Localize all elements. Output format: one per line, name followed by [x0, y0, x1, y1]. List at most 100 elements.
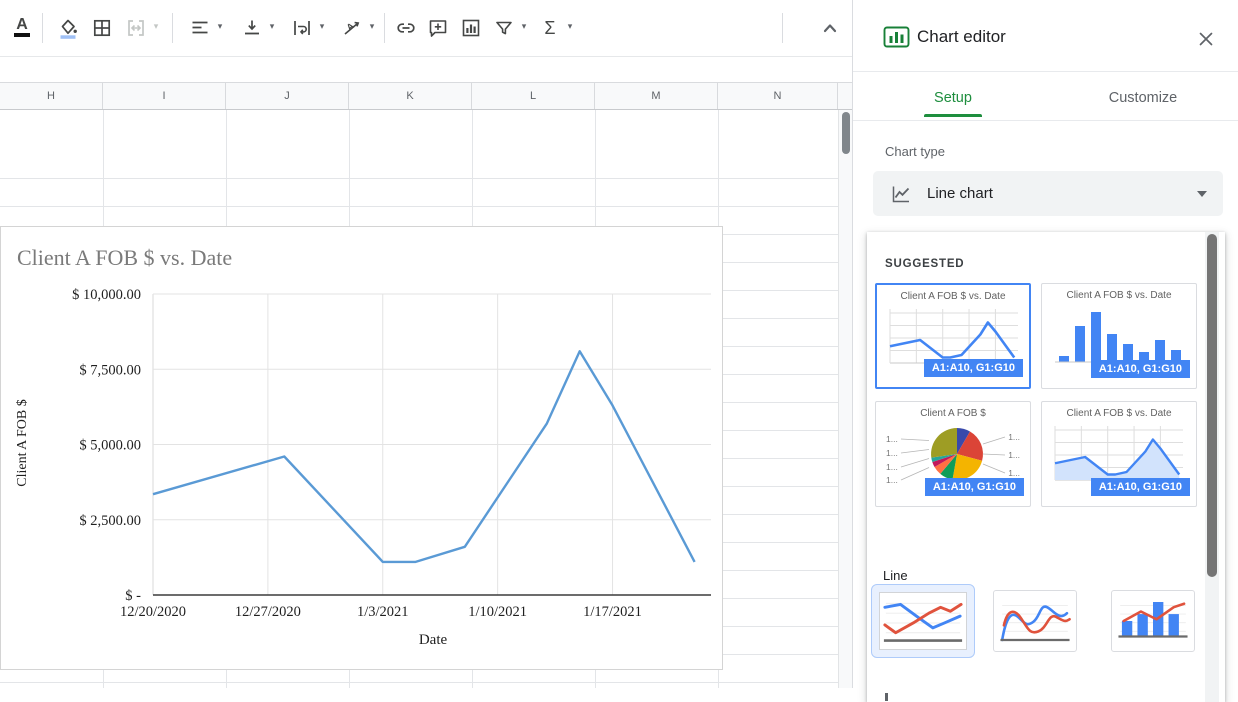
close-icon — [1197, 30, 1215, 48]
insert-comment-icon — [426, 16, 450, 40]
pie-chart-thumbnail: 1...1...1...1...1...1...1... — [883, 422, 1023, 486]
text-wrapping-caret[interactable]: ▾ — [316, 21, 328, 32]
close-panel-button[interactable] — [1195, 28, 1217, 50]
sheet-scrollbar-thumb[interactable] — [842, 112, 850, 154]
line-style-smooth[interactable] — [993, 590, 1077, 652]
merge-cells-button[interactable] — [122, 14, 150, 42]
svg-text:$ -: $ - — [125, 588, 141, 604]
toolbar-separator — [42, 13, 43, 43]
column-header-H[interactable]: H — [0, 83, 103, 109]
data-range-badge: A1:A10, G1:G10 — [924, 359, 1023, 377]
dropdown-scrollbar-thumb[interactable] — [1207, 234, 1217, 577]
svg-text:$ 5,000.00: $ 5,000.00 — [79, 438, 141, 454]
chart-type-value: Line chart — [927, 185, 993, 202]
chart-editor-icon — [883, 24, 910, 55]
vertical-align-caret[interactable]: ▾ — [266, 21, 278, 32]
tab-setup[interactable]: Setup — [901, 90, 1005, 114]
svg-text:1/17/2021: 1/17/2021 — [583, 604, 642, 620]
line-chart-style-icon — [880, 593, 966, 649]
text-wrapping-icon — [290, 16, 314, 40]
svg-text:$ 10,000.00: $ 10,000.00 — [72, 287, 141, 303]
data-range-badge: A1:A10, G1:G10 — [1091, 478, 1190, 496]
tab-customize[interactable]: Customize — [1083, 90, 1203, 114]
functions-caret[interactable]: ▾ — [564, 21, 576, 32]
line-style-combo[interactable] — [1111, 590, 1195, 652]
combo-chart-style-icon — [1115, 596, 1191, 646]
functions-button[interactable]: Σ — [536, 14, 564, 42]
data-range-badge: A1:A10, G1:G10 — [1091, 360, 1190, 378]
panel-divider — [853, 120, 1238, 121]
select-caret-icon — [1197, 191, 1207, 197]
chart-type-label: Chart type — [885, 144, 945, 159]
toolbar-separator — [384, 13, 385, 43]
column-header-L[interactable]: L — [472, 83, 595, 109]
panel-divider — [853, 71, 1238, 72]
embedded-chart[interactable]: Client A FOB $ vs. Date Client A FOB $ D… — [0, 226, 723, 670]
toolbar-separator — [782, 13, 783, 43]
text-rotation-icon: A — [340, 16, 364, 40]
clipped-section-label — [885, 693, 888, 701]
borders-icon — [90, 16, 114, 40]
insert-link-button[interactable] — [392, 14, 420, 42]
column-header-J[interactable]: J — [226, 83, 349, 109]
card-title: Client A FOB $ vs. Date — [1042, 408, 1196, 419]
smooth-line-chart-style-icon — [997, 596, 1073, 646]
toolbar-divider — [0, 56, 852, 57]
text-wrapping-button[interactable] — [288, 14, 316, 42]
svg-text:1...: 1... — [1008, 468, 1020, 478]
suggested-section-label: SUGGESTED — [885, 258, 964, 270]
chevron-up-icon — [818, 16, 842, 40]
grid-row-line — [0, 178, 838, 179]
suggested-chart-card-column[interactable]: Client A FOB $ vs. Date A1:A10, G1:G10 — [1041, 283, 1197, 389]
text-color-button[interactable]: A — [8, 14, 36, 42]
functions-icon: Σ — [544, 18, 555, 39]
insert-chart-icon — [459, 16, 483, 40]
chart-plot-area: $ -$ 2,500.00$ 5,000.00$ 7,500.00$ 10,00… — [1, 227, 724, 671]
fill-color-button[interactable] — [54, 14, 82, 42]
column-headers: HIJKLMN — [0, 82, 852, 110]
text-color-icon: A — [14, 19, 30, 31]
vertical-align-button[interactable] — [238, 14, 266, 42]
column-header-K[interactable]: K — [349, 83, 472, 109]
active-tab-underline — [924, 114, 982, 117]
svg-text:$ 2,500.00: $ 2,500.00 — [79, 513, 141, 529]
create-filter-button[interactable] — [490, 14, 518, 42]
svg-text:12/20/2020: 12/20/2020 — [120, 604, 186, 620]
grid-row-line — [0, 682, 838, 683]
sheet-vertical-scrollbar[interactable] — [838, 110, 852, 688]
column-header-I[interactable]: I — [103, 83, 226, 109]
svg-text:1...: 1... — [886, 434, 898, 444]
svg-text:1...: 1... — [886, 462, 898, 472]
text-rotation-caret[interactable]: ▾ — [366, 21, 378, 32]
card-title: Client A FOB $ vs. Date — [1042, 290, 1196, 301]
text-rotation-button[interactable]: A — [338, 14, 366, 42]
collapse-toolbar-button[interactable] — [816, 14, 844, 42]
borders-button[interactable] — [88, 14, 116, 42]
suggested-chart-card-area[interactable]: Client A FOB $ vs. Date A1:A10, G1:G10 — [1041, 401, 1197, 507]
area-chart-thumbnail — [1049, 422, 1189, 486]
create-filter-caret[interactable]: ▾ — [518, 21, 530, 32]
line-style-standard-card — [879, 592, 967, 650]
insert-comment-button[interactable] — [424, 14, 452, 42]
formatting-toolbar: A ▾ ▾ ▾ — [0, 0, 852, 56]
suggested-chart-card-line[interactable]: Client A FOB $ vs. Date A1:A10, G1:G10 — [875, 283, 1031, 389]
chart-type-select[interactable]: Line chart — [873, 171, 1223, 216]
fill-color-icon — [56, 16, 80, 40]
insert-chart-button[interactable] — [457, 14, 485, 42]
column-chart-thumbnail — [1049, 304, 1189, 368]
column-header-M[interactable]: M — [595, 83, 718, 109]
suggested-chart-card-pie[interactable]: Client A FOB $1...1...1...1...1...1...1.… — [875, 401, 1031, 507]
horizontal-align-caret[interactable]: ▾ — [214, 21, 226, 32]
horizontal-align-icon — [188, 16, 212, 40]
toolbar-separator — [172, 13, 173, 43]
insert-link-icon — [394, 16, 418, 40]
line-chart-icon — [889, 182, 913, 206]
svg-text:1/10/2021: 1/10/2021 — [468, 604, 527, 620]
svg-text:1...: 1... — [886, 448, 898, 458]
column-header-N[interactable]: N — [718, 83, 838, 109]
svg-text:1/3/2021: 1/3/2021 — [357, 604, 409, 620]
line-style-standard[interactable] — [871, 584, 975, 658]
card-title: Client A FOB $ vs. Date — [877, 291, 1029, 302]
horizontal-align-button[interactable] — [186, 14, 214, 42]
merge-cells-caret[interactable]: ▾ — [150, 21, 162, 32]
